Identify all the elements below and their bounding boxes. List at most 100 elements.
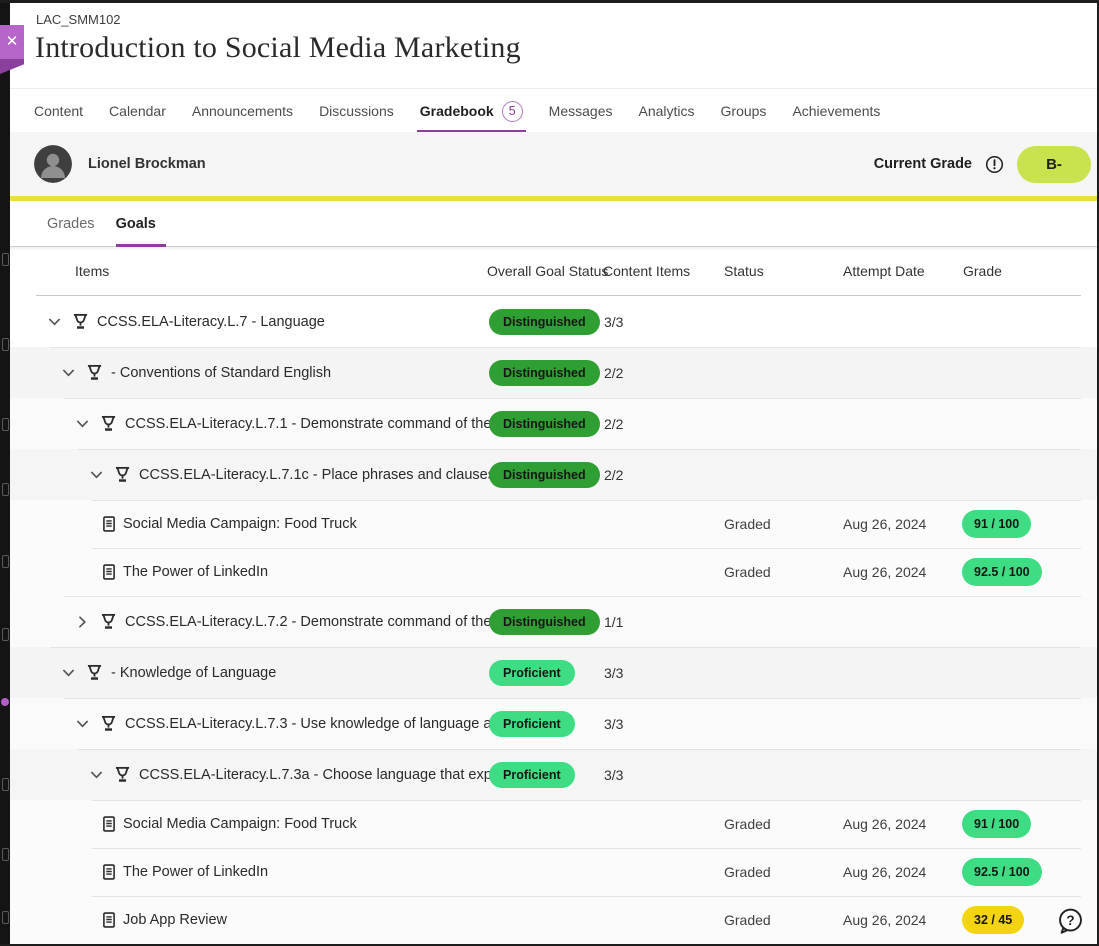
current-grade-label: Current Grade — [874, 156, 972, 172]
nav-tab-announcements[interactable]: Announcements — [192, 89, 293, 133]
nav-tab-gradebook[interactable]: Gradebook5 — [420, 89, 523, 133]
content-item-row: The Power of LinkedInGradedAug 26, 20249… — [10, 548, 1097, 596]
chevron-down-icon[interactable] — [45, 312, 64, 331]
item-status: Graded — [724, 864, 771, 880]
goal-trophy-icon — [100, 613, 117, 630]
content-item-label[interactable]: Job App Review — [123, 912, 227, 928]
item-status: Graded — [724, 516, 771, 532]
goal-row: CCSS.ELA-Literacy.L.7.3a - Choose langua… — [10, 749, 1097, 800]
grade-pill[interactable]: 91 / 100 — [962, 810, 1031, 838]
document-icon — [101, 912, 117, 928]
goal-row: CCSS.ELA-Literacy.L.7.1c - Place phrases… — [10, 449, 1097, 500]
nav-tab-label: Analytics — [638, 103, 694, 119]
goal-label: CCSS.ELA-Literacy.L.7.1c - Place phrases… — [139, 467, 537, 483]
content-item-row: Social Media Campaign: Food TruckGradedA… — [10, 800, 1097, 848]
background-icon-fragment — [2, 911, 9, 924]
help-button[interactable]: ? — [1056, 907, 1085, 939]
goal-row: - Conventions of Standard English Disting… — [10, 347, 1097, 398]
goal-label: CCSS.ELA-Literacy.L.7.3 - Use knowledge … — [125, 716, 520, 732]
goal-status-badge: Proficient — [489, 660, 575, 686]
background-icon-fragment — [2, 253, 9, 266]
background-icon-fragment — [2, 418, 9, 431]
goal-trophy-icon — [86, 364, 103, 381]
content-items-count: 3/3 — [604, 767, 623, 783]
goal-status-badge: Distinguished — [489, 609, 600, 635]
attempt-date: Aug 26, 2024 — [843, 912, 926, 928]
nav-tab-label: Groups — [721, 103, 767, 119]
goal-trophy-icon — [86, 664, 103, 681]
document-icon — [101, 516, 117, 532]
col-header-attempt-date: Attempt Date — [843, 263, 925, 279]
document-icon — [101, 816, 117, 832]
content-items-count: 2/2 — [604, 467, 623, 483]
grade-pill[interactable]: 91 / 100 — [962, 510, 1031, 538]
grade-pill[interactable]: 32 / 45 — [962, 906, 1024, 934]
chevron-down-icon[interactable] — [73, 714, 92, 733]
col-header-content-items: Content Items — [603, 263, 690, 279]
nav-tab-analytics[interactable]: Analytics — [638, 89, 694, 133]
chevron-down-icon[interactable] — [87, 765, 106, 784]
goal-label: - Conventions of Standard English — [111, 365, 331, 381]
goal-label: - Knowledge of Language — [111, 665, 276, 681]
goal-trophy-icon — [100, 715, 117, 732]
goal-row: CCSS.ELA-Literacy.L.7.1 - Demonstrate co… — [10, 398, 1097, 449]
info-alert-icon[interactable] — [985, 155, 1004, 174]
nav-tab-content[interactable]: Content — [34, 89, 83, 133]
nav-tab-label: Messages — [549, 103, 613, 119]
col-header-overall-goal-status: Overall Goal Status — [487, 263, 608, 279]
content-items-count: 3/3 — [604, 716, 623, 732]
avatar — [34, 145, 72, 183]
goal-status-badge: Distinguished — [489, 411, 600, 437]
tab-goals[interactable]: Goals — [116, 201, 156, 246]
content-items-count: 1/1 — [604, 614, 623, 630]
goal-status-badge: Distinguished — [489, 360, 600, 386]
content-item-label[interactable]: The Power of LinkedIn — [123, 864, 268, 880]
goal-trophy-icon — [72, 313, 89, 330]
nav-tab-discussions[interactable]: Discussions — [319, 89, 394, 133]
goal-label: CCSS.ELA-Literacy.L.7.3a - Choose langua… — [139, 767, 531, 783]
chevron-down-icon[interactable] — [59, 663, 78, 682]
content-item-label[interactable]: Social Media Campaign: Food Truck — [123, 816, 357, 832]
chevron-down-icon[interactable] — [73, 414, 92, 433]
background-icon-fragment — [2, 848, 9, 861]
goal-trophy-icon — [114, 466, 131, 483]
nav-tab-label: Achievements — [792, 103, 880, 119]
goal-row: - Knowledge of LanguageProficient3/3 — [10, 647, 1097, 698]
chevron-down-icon[interactable] — [59, 363, 78, 382]
nav-tab-achievements[interactable]: Achievements — [792, 89, 880, 133]
content-item-row: Job App ReviewGradedAug 26, 202432 / 45 — [10, 896, 1097, 944]
student-grade-bar: Lionel Brockman Current Grade B- — [10, 132, 1097, 196]
background-icon-fragment — [2, 483, 9, 496]
goal-row: CCSS.ELA-Literacy.L.7.3 - Use knowledge … — [10, 698, 1097, 749]
goal-label: CCSS.ELA-Literacy.L.7.1 - Demonstrate co… — [125, 416, 515, 432]
nav-tab-label: Content — [34, 103, 83, 119]
goal-trophy-icon — [100, 415, 117, 432]
content-item-label[interactable]: Social Media Campaign: Food Truck — [123, 516, 357, 532]
goals-table-header: Items Overall Goal Status Content Items … — [10, 247, 1097, 296]
nav-tab-messages[interactable]: Messages — [549, 89, 613, 133]
course-nav: Content Calendar Announcements Discussions G… — [10, 88, 1097, 134]
chevron-down-icon[interactable] — [87, 465, 106, 484]
content-items-count: 3/3 — [604, 314, 623, 330]
tab-grades[interactable]: Grades — [47, 201, 95, 246]
chevron-right-icon[interactable] — [73, 612, 92, 631]
col-header-items: Items — [75, 263, 109, 279]
background-icon-fragment — [2, 338, 9, 351]
close-panel-button[interactable]: ✕ — [0, 25, 24, 59]
background-icon-fragment — [2, 628, 9, 641]
nav-tab-groups[interactable]: Groups — [721, 89, 767, 133]
document-icon — [101, 564, 117, 580]
grade-pill[interactable]: 92.5 / 100 — [962, 558, 1042, 586]
student-name: Lionel Brockman — [88, 156, 206, 172]
nav-tab-calendar[interactable]: Calendar — [109, 89, 166, 133]
grade-pill[interactable]: 92.5 / 100 — [962, 858, 1042, 886]
content-item-label[interactable]: The Power of LinkedIn — [123, 564, 268, 580]
background-icon-fragment — [2, 555, 9, 568]
content-items-count: 2/2 — [604, 365, 623, 381]
grades-goals-tabs: Grades Goals — [10, 201, 1097, 247]
current-grade-pill[interactable]: B- — [1017, 146, 1091, 183]
gradebook-count-badge: 5 — [502, 101, 523, 122]
goal-label: CCSS.ELA-Literacy.L.7 - Language — [97, 314, 325, 330]
item-status: Graded — [724, 564, 771, 580]
goal-row: CCSS.ELA-Literacy.L.7.2 - Demonstrate co… — [10, 596, 1097, 647]
